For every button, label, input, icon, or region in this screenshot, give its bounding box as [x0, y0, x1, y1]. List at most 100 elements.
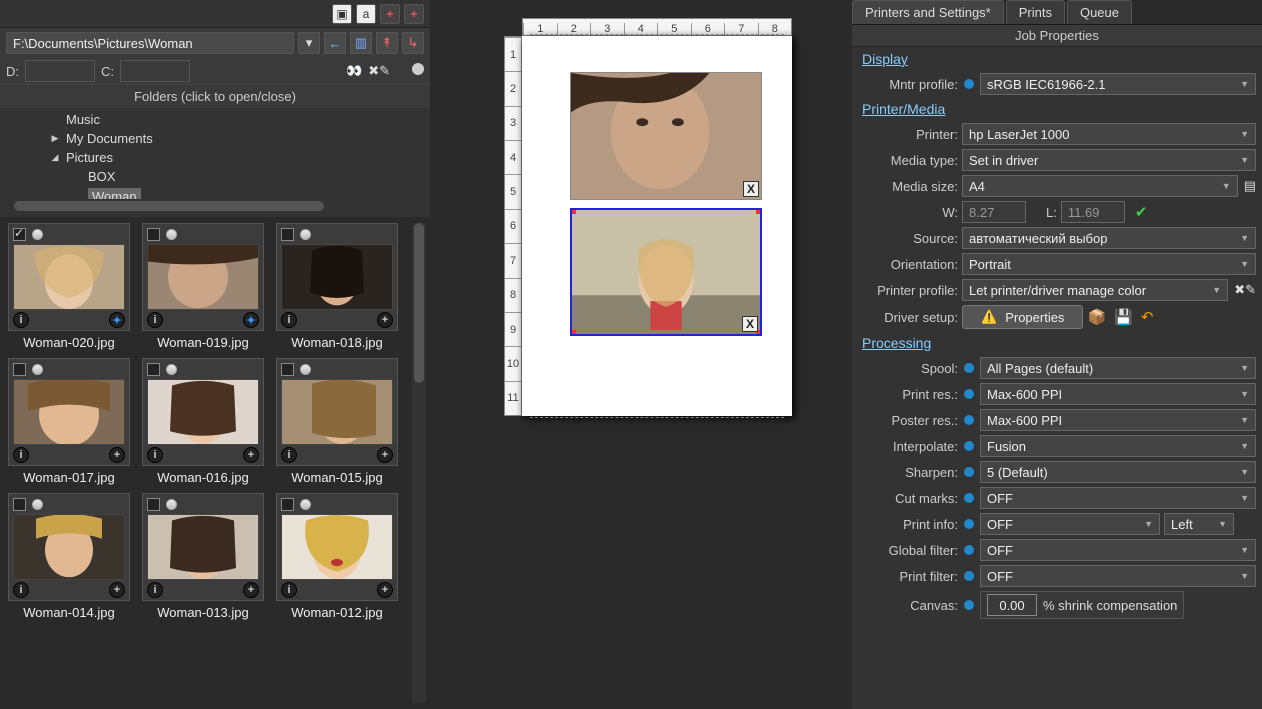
thumbnail[interactable]: i+Woman-017.jpg [6, 358, 132, 485]
thumb-checkbox[interactable] [13, 363, 26, 376]
dot-icon[interactable] [964, 363, 974, 373]
remove-image-2-button[interactable]: X [742, 316, 758, 332]
nav-tree-button[interactable]: ↳ [402, 32, 424, 54]
thumb-checkbox[interactable] [13, 498, 26, 511]
thumb-radio[interactable] [300, 364, 311, 375]
printer-profile-tools-icon[interactable]: ✖✎ [1234, 282, 1256, 298]
thumb-image[interactable] [281, 379, 393, 445]
added-icon[interactable]: ✦ [243, 312, 259, 328]
added-icon[interactable]: ✦ [109, 312, 125, 328]
binoculars-icon[interactable]: 👀 [346, 63, 362, 79]
thumb-checkbox[interactable] [147, 228, 160, 241]
select-print-res[interactable]: Max-600 PPI▼ [980, 383, 1256, 405]
info-icon[interactable]: i [281, 447, 297, 463]
book-icon[interactable]: ▥ [350, 32, 372, 54]
add-icon[interactable]: + [109, 447, 125, 463]
thumbnail[interactable]: i✦Woman-019.jpg [140, 223, 266, 350]
tab-queue[interactable]: Queue [1067, 0, 1132, 24]
select-media-size[interactable]: A4▼ [962, 175, 1238, 197]
input-length[interactable]: 11.69 [1061, 201, 1125, 223]
select-printer[interactable]: hp LaserJet 1000▼ [962, 123, 1256, 145]
select-spool[interactable]: All Pages (default)▼ [980, 357, 1256, 379]
dot-icon[interactable] [964, 441, 974, 451]
tree-item-music[interactable]: Music [0, 110, 430, 129]
info-icon[interactable]: i [147, 582, 163, 598]
dot-icon[interactable] [412, 63, 424, 75]
section-processing[interactable]: Processing [852, 331, 1262, 355]
page-image-1[interactable]: X [570, 72, 762, 200]
dot-icon[interactable] [964, 389, 974, 399]
section-printer-media[interactable]: Printer/Media [852, 97, 1262, 121]
select-print-filter[interactable]: OFF▼ [980, 565, 1256, 587]
thumb-checkbox[interactable] [281, 228, 294, 241]
add-button[interactable]: + [380, 4, 400, 24]
thumb-checkbox[interactable] [13, 228, 26, 241]
thumb-image[interactable] [13, 514, 125, 580]
thumb-radio[interactable] [300, 229, 311, 240]
select-cut-marks[interactable]: OFF▼ [980, 487, 1256, 509]
thumbnail[interactable]: i+Woman-012.jpg [274, 493, 400, 620]
select-orientation[interactable]: Portrait▼ [962, 253, 1256, 275]
thumb-image[interactable] [281, 244, 393, 310]
select-sharpen[interactable]: 5 (Default)▼ [980, 461, 1256, 483]
thumbnail[interactable]: i+Woman-018.jpg [274, 223, 400, 350]
media-size-extra-icon[interactable]: ▤ [1244, 178, 1256, 194]
info-icon[interactable]: i [13, 582, 29, 598]
dot-icon[interactable] [964, 600, 974, 610]
package-icon[interactable]: 📦 [1087, 308, 1106, 326]
add-icon[interactable]: + [377, 582, 393, 598]
page-image-2-selected[interactable]: X [570, 208, 762, 336]
folders-header[interactable]: Folders (click to open/close) [0, 84, 430, 108]
info-icon[interactable]: i [281, 582, 297, 598]
select-poster-res[interactable]: Max-600 PPI▼ [980, 409, 1256, 431]
dot-icon[interactable] [964, 571, 974, 581]
thumbnail[interactable]: i✦Woman-020.jpg [6, 223, 132, 350]
thumb-image[interactable] [147, 514, 259, 580]
dot-icon[interactable] [964, 545, 974, 555]
thumb-checkbox[interactable] [281, 498, 294, 511]
properties-button[interactable]: ⚠️ Properties [962, 305, 1083, 329]
thumb-checkbox[interactable] [281, 363, 294, 376]
drive-d-select[interactable] [25, 60, 95, 82]
tab-printers-settings[interactable]: Printers and Settings* [852, 0, 1004, 24]
thumb-image[interactable] [281, 514, 393, 580]
tools-icon[interactable]: ✖✎ [368, 63, 390, 79]
path-input[interactable]: F:\Documents\Pictures\Woman [6, 32, 294, 54]
tree-item-mydocs[interactable]: ▶My Documents [0, 129, 430, 148]
dot-icon[interactable] [964, 79, 974, 89]
select-interpolate[interactable]: Fusion▼ [980, 435, 1256, 457]
section-display[interactable]: Display [852, 47, 1262, 71]
thumb-radio[interactable] [166, 229, 177, 240]
thumbnail[interactable]: i+Woman-015.jpg [274, 358, 400, 485]
thumb-image[interactable] [13, 244, 125, 310]
info-icon[interactable]: i [147, 312, 163, 328]
thumb-image[interactable] [13, 379, 125, 445]
thumb-checkbox[interactable] [147, 498, 160, 511]
undo-icon[interactable]: ↶ [1141, 308, 1154, 326]
thumb-image[interactable] [147, 244, 259, 310]
dot-icon[interactable] [964, 467, 974, 477]
thumb-checkbox[interactable] [147, 363, 160, 376]
input-canvas[interactable]: 0.00 [987, 594, 1037, 616]
thumb-radio[interactable] [32, 499, 43, 510]
select-printer-profile[interactable]: Let printer/driver manage color▼ [962, 279, 1228, 301]
dot-icon[interactable] [964, 415, 974, 425]
add-icon[interactable]: + [243, 447, 259, 463]
remove-image-1-button[interactable]: X [743, 181, 759, 197]
select-global-filter[interactable]: OFF▼ [980, 539, 1256, 561]
thumbnail[interactable]: i+Woman-013.jpg [140, 493, 266, 620]
nav-back-button[interactable]: ← [324, 32, 346, 54]
select-print-info-side[interactable]: Left▼ [1164, 513, 1234, 535]
info-icon[interactable]: i [13, 312, 29, 328]
path-dropdown-button[interactable]: ▾ [298, 32, 320, 54]
select-source[interactable]: автоматический выбор▼ [962, 227, 1256, 249]
add-icon[interactable]: + [243, 582, 259, 598]
select-media-type[interactable]: Set in driver▼ [962, 149, 1256, 171]
select-icon-a-box[interactable]: ▣ [332, 4, 352, 24]
thumb-radio[interactable] [166, 364, 177, 375]
thumb-radio[interactable] [166, 499, 177, 510]
tab-prints[interactable]: Prints [1006, 0, 1065, 24]
thumbnail[interactable]: i+Woman-014.jpg [6, 493, 132, 620]
add-icon[interactable]: + [377, 312, 393, 328]
info-icon[interactable]: i [13, 447, 29, 463]
